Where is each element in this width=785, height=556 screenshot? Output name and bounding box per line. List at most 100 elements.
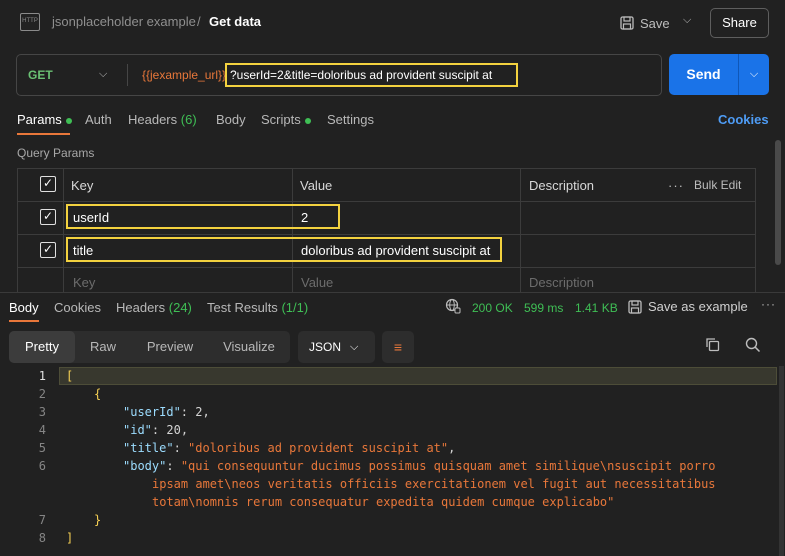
close-brace: } [94,513,102,527]
tab-headers[interactable]: Headers (6) [128,112,197,127]
json-key: "id" [123,423,152,437]
format-raw[interactable]: Raw [77,331,129,363]
copy-icon[interactable] [705,337,720,356]
code-line[interactable]: [ [66,367,73,385]
params-active-dot [65,117,72,124]
resp-tab-body[interactable]: Body [9,300,39,315]
open-bracket: [ [66,369,74,383]
tab-scripts-label: Scripts [261,112,301,127]
format-pretty[interactable]: Pretty [9,331,75,363]
more-options-icon[interactable]: ··· [668,178,684,193]
tab-body[interactable]: Body [216,112,246,127]
globe-network-icon[interactable] [445,298,461,317]
select-all-checkbox[interactable]: ✓ [40,176,56,192]
scripts-active-dot [304,117,311,124]
chevron-down-icon: ⌵ [350,341,359,353]
test-results-count: (1/1) [281,300,309,315]
url-query-input[interactable]: ?userId=2&title=doloribus ad provident s… [230,68,492,82]
json-value: 2 [195,405,203,419]
test-results-label: Test Results [207,300,278,315]
wrap-lines-icon[interactable]: ≡ [382,331,414,363]
method-chevron-down-icon[interactable]: ⌵ [99,68,107,81]
search-icon[interactable] [745,337,761,357]
resp-tab-indicator [9,320,39,322]
resp-tab-cookies[interactable]: Cookies [54,300,101,315]
json-key: "body" [123,459,167,473]
line-number: 8 [38,531,46,545]
tab-active-indicator [17,133,70,135]
share-button[interactable]: Share [710,8,769,38]
response-time[interactable]: 599 ms [524,301,563,315]
code-line-wrap[interactable]: totam\nomnis rerum consequatur expedita … [152,493,614,511]
param-value-input[interactable]: doloribus ad provident suscipit at [301,243,490,258]
http-request-icon: HTTP [20,13,40,31]
status-code[interactable]: 200 OK [472,301,513,315]
save-as-example-label: Save as example [648,299,748,314]
params-scrollbar[interactable] [775,140,781,265]
code-line[interactable]: "userId": 2, [123,403,210,421]
response-size[interactable]: 1.41 KB [575,301,618,315]
cookies-link[interactable]: Cookies [718,112,769,127]
format-visualize[interactable]: Visualize [212,331,286,363]
url-divider [127,64,128,86]
code-line[interactable]: "id": 20, [123,421,188,439]
more-options-icon[interactable]: ··· [761,297,776,311]
language-select-value: JSON [309,340,342,354]
format-preview[interactable]: Preview [134,331,206,363]
code-line[interactable]: ] [66,529,73,547]
resp-headers-count: (24) [168,300,192,315]
current-line-highlight [59,367,777,385]
save-label: Save [640,15,670,31]
param-row-checkbox[interactable]: ✓ [40,209,56,225]
code-line[interactable]: "body": "qui consequuntur ducimus possim… [123,457,715,475]
tab-scripts[interactable]: Scripts [261,112,311,127]
param-value-input[interactable]: 2 [301,210,308,225]
line-number: 6 [38,459,46,473]
tab-auth[interactable]: Auth [85,112,112,127]
send-button[interactable]: Send [669,54,738,95]
url-variable[interactable]: {{jexample_url}} [142,68,226,82]
new-key-input[interactable]: Key [73,275,95,290]
bulk-edit-button[interactable]: Bulk Edit [694,178,741,192]
json-value: 20 [166,423,181,437]
query-params-title: Query Params [17,146,95,160]
tab-params[interactable]: Params [17,112,72,127]
request-title[interactable]: Get data [209,14,261,29]
save-icon [620,16,634,30]
response-scrollbar[interactable] [779,366,784,556]
new-description-input[interactable]: Description [529,275,594,290]
method-select[interactable]: GET [28,68,53,82]
resp-tab-headers[interactable]: Headers (24) [116,300,192,315]
tab-headers-label: Headers [128,112,178,127]
param-key-input[interactable]: userId [73,210,109,225]
save-button[interactable]: Save [620,12,670,34]
tab-params-label: Params [17,112,62,127]
line-number: 7 [38,513,46,527]
param-key-input[interactable]: title [73,243,93,258]
tab-settings[interactable]: Settings [327,112,374,127]
resp-tab-test-results[interactable]: Test Results (1/1) [207,300,308,315]
save-as-example-button[interactable]: Save as example [628,299,748,314]
response-divider[interactable] [0,292,785,293]
new-value-input[interactable]: Value [301,275,333,290]
close-bracket: ] [66,531,74,545]
code-line[interactable]: { [94,385,101,403]
open-brace: { [94,387,102,401]
line-number: 1 [38,369,46,383]
line-number: 2 [38,387,46,401]
code-line[interactable]: "title": "doloribus ad provident suscipi… [123,439,455,457]
resp-headers-label: Headers [116,300,166,315]
json-value: "qui consequuntur ducimus possimus quisq… [180,459,716,473]
send-chevron-down-icon[interactable]: ⌵ [738,54,769,95]
breadcrumb-separator: / [197,14,201,29]
param-row-checkbox[interactable]: ✓ [40,242,56,258]
code-line[interactable]: } [94,511,101,529]
language-select[interactable]: JSON ⌵ [298,331,375,363]
breadcrumb-collection[interactable]: jsonplaceholder example [52,14,196,29]
save-icon [628,299,642,314]
line-number: 5 [38,441,46,455]
line-number: 4 [38,423,46,437]
save-chevron-down-icon[interactable]: ⌵ [683,14,691,27]
column-key: Key [71,178,94,193]
code-line-wrap[interactable]: ipsam amet\neos veritatis officiis exerc… [152,475,716,493]
